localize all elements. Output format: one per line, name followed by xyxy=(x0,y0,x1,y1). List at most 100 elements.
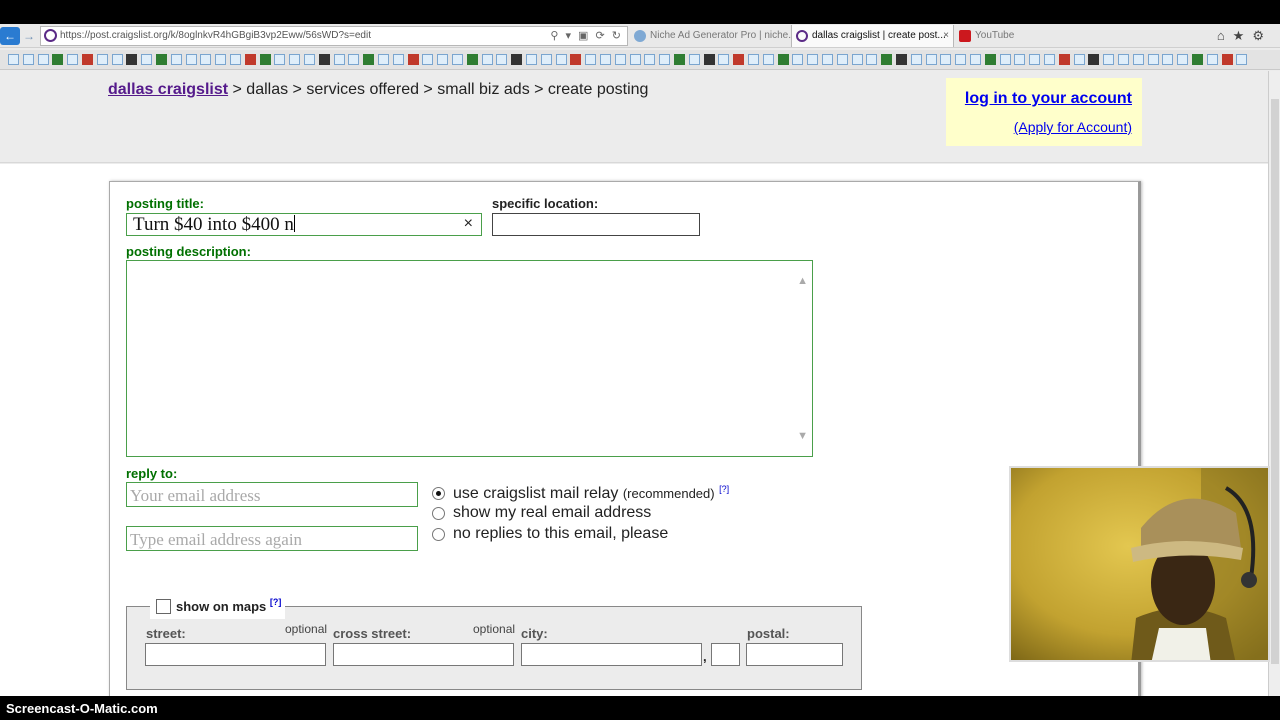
bookmark-icon[interactable] xyxy=(1118,54,1129,65)
login-link[interactable]: log in to your account xyxy=(965,90,1132,108)
bookmark-icon[interactable] xyxy=(170,54,182,65)
bookmark-icon[interactable] xyxy=(1206,54,1218,65)
bookmark-icon[interactable] xyxy=(1132,54,1144,65)
bookmark-icon[interactable] xyxy=(437,54,449,65)
bookmark-icon[interactable] xyxy=(1044,54,1055,65)
bookmark-icon[interactable] xyxy=(1058,54,1070,65)
street-input[interactable] xyxy=(145,643,326,666)
bookmark-icon[interactable] xyxy=(851,54,863,65)
bookmark-icon[interactable] xyxy=(82,54,93,65)
radio-mail-relay[interactable] xyxy=(432,487,445,500)
address-bar-icons[interactable]: ⚲ ▾ ▣ ⟳ ↻ xyxy=(550,29,623,42)
bookmark-icon[interactable] xyxy=(659,54,671,65)
bookmark-icon[interactable] xyxy=(37,54,49,65)
back-button[interactable]: ← xyxy=(0,27,20,45)
bookmark-icon[interactable] xyxy=(984,54,996,65)
help-link[interactable]: [?] xyxy=(719,484,729,494)
bookmark-icon[interactable] xyxy=(333,54,345,65)
bookmark-icon[interactable] xyxy=(1177,54,1189,65)
bookmark-icon[interactable] xyxy=(67,54,79,65)
bookmark-icon[interactable] xyxy=(52,54,64,65)
bookmark-icon[interactable] xyxy=(1103,54,1115,65)
bookmark-icon[interactable] xyxy=(8,54,19,65)
state-input[interactable] xyxy=(711,643,740,666)
bookmark-icon[interactable] xyxy=(733,54,745,65)
bookmark-icon[interactable] xyxy=(585,54,597,65)
tab-niche-ad-generator[interactable]: Niche Ad Generator Pro | niche... xyxy=(630,25,792,47)
bookmark-icon[interactable] xyxy=(762,54,774,65)
bookmark-icon[interactable] xyxy=(244,54,256,65)
bookmark-icon[interactable] xyxy=(822,54,833,65)
bookmark-icon[interactable] xyxy=(289,54,301,65)
bookmark-icon[interactable] xyxy=(614,54,626,65)
bookmark-icon[interactable] xyxy=(1221,54,1233,65)
bookmark-icon[interactable] xyxy=(363,54,375,65)
cross-street-input[interactable] xyxy=(333,643,514,666)
bookmark-icon[interactable] xyxy=(940,54,952,65)
bookmark-icon[interactable] xyxy=(866,54,878,65)
bookmark-icon[interactable] xyxy=(452,54,463,65)
breadcrumb-site-link[interactable]: dallas craigslist xyxy=(108,81,228,98)
bookmark-icon[interactable] xyxy=(511,54,523,65)
bookmark-icon[interactable] xyxy=(141,54,153,65)
bookmark-icon[interactable] xyxy=(274,54,286,65)
bookmark-icon[interactable] xyxy=(881,54,893,65)
city-input[interactable] xyxy=(521,643,702,666)
bookmark-icon[interactable] xyxy=(896,54,907,65)
bookmark-icon[interactable] xyxy=(304,54,315,65)
bookmark-icon[interactable] xyxy=(481,54,493,65)
bookmark-icon[interactable] xyxy=(644,54,656,65)
email-confirm-field[interactable]: Type email address again xyxy=(126,526,418,551)
bookmark-icon[interactable] xyxy=(718,54,730,65)
bookmark-icon[interactable] xyxy=(392,54,404,65)
bookmark-icon[interactable] xyxy=(1147,54,1159,65)
bookmark-icon[interactable] xyxy=(526,54,537,65)
bookmark-icon[interactable] xyxy=(540,54,552,65)
bookmark-icon[interactable] xyxy=(22,54,34,65)
bookmark-icon[interactable] xyxy=(748,54,759,65)
posting-title-input[interactable]: Turn $40 into $400 n × xyxy=(126,213,482,236)
clear-icon[interactable]: × xyxy=(464,215,473,233)
bookmark-icon[interactable] xyxy=(600,54,611,65)
bookmark-icon[interactable] xyxy=(777,54,789,65)
posting-description-textarea[interactable]: ▲ ▼ xyxy=(126,260,813,457)
bookmark-icon[interactable] xyxy=(407,54,419,65)
bookmark-icon[interactable] xyxy=(1029,54,1041,65)
bookmark-icon[interactable] xyxy=(910,54,922,65)
bookmark-icon[interactable] xyxy=(674,54,685,65)
bookmark-icon[interactable] xyxy=(1192,54,1203,65)
postal-input[interactable] xyxy=(746,643,843,666)
bookmark-icon[interactable] xyxy=(422,54,434,65)
radio-real-email[interactable] xyxy=(432,507,445,520)
bookmark-icon[interactable] xyxy=(126,54,138,65)
scroll-down-icon[interactable]: ▼ xyxy=(797,430,808,442)
bookmark-icon[interactable] xyxy=(348,54,360,65)
bookmark-icon[interactable] xyxy=(200,54,212,65)
bookmark-icon[interactable] xyxy=(259,54,271,65)
specific-location-input[interactable] xyxy=(492,213,700,236)
bookmark-icon[interactable] xyxy=(215,54,227,65)
bookmark-icon[interactable] xyxy=(1014,54,1026,65)
bookmark-icon[interactable] xyxy=(970,54,981,65)
bookmark-icon[interactable] xyxy=(230,54,241,65)
bookmark-icon[interactable] xyxy=(111,54,123,65)
bookmark-icon[interactable] xyxy=(925,54,937,65)
bookmark-icon[interactable] xyxy=(703,54,715,65)
bookmark-icon[interactable] xyxy=(629,54,641,65)
bookmark-icon[interactable] xyxy=(466,54,478,65)
radio-no-replies[interactable] xyxy=(432,528,445,541)
tab-youtube[interactable]: YouTube xyxy=(955,25,1035,47)
bookmark-icon[interactable] xyxy=(836,54,848,65)
bookmark-icon[interactable] xyxy=(1088,54,1100,65)
bookmark-icon[interactable] xyxy=(999,54,1011,65)
apply-account-link[interactable]: (Apply for Account) xyxy=(1014,119,1132,135)
bookmark-icon[interactable] xyxy=(792,54,804,65)
bookmark-icon[interactable] xyxy=(318,54,330,65)
bookmark-icon[interactable] xyxy=(555,54,567,65)
email-field[interactable]: Your email address xyxy=(126,482,418,507)
bookmark-icon[interactable] xyxy=(378,54,389,65)
address-bar[interactable]: https://post.craigslist.org/k/8oglnkvR4h… xyxy=(40,26,628,46)
tab-close-icon[interactable]: × xyxy=(943,25,949,47)
scroll-up-icon[interactable]: ▲ xyxy=(797,275,808,287)
bookmark-icon[interactable] xyxy=(1162,54,1174,65)
